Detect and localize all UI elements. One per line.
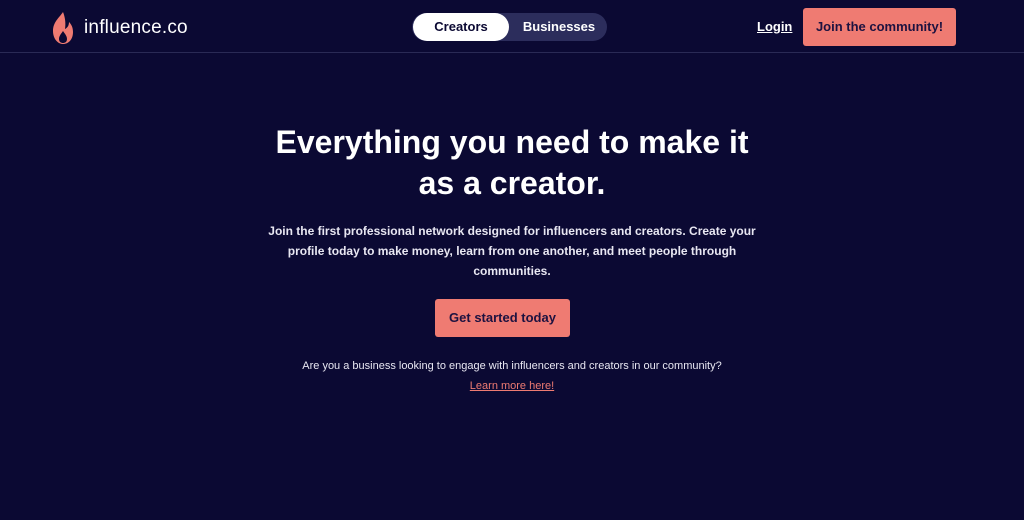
learn-more-link[interactable]: Learn more here! <box>412 380 612 392</box>
toggle-businesses[interactable]: Businesses <box>512 13 606 41</box>
top-navbar: influence.co Creators Businesses Login J… <box>0 0 1024 53</box>
hero-subtitle: Join the first professional network desi… <box>268 224 756 278</box>
audience-toggle: Creators Businesses <box>412 13 607 41</box>
hero-title: Everything you need to make it as a crea… <box>275 124 749 201</box>
brand-name: influence.co <box>84 17 188 38</box>
get-started-button[interactable]: Get started today <box>435 299 570 337</box>
toggle-creators[interactable]: Creators <box>413 13 509 41</box>
business-question: Are you a business looking to engage wit… <box>302 360 722 372</box>
join-community-button[interactable]: Join the community! <box>803 8 956 46</box>
brand-logo[interactable]: influence.co <box>50 11 188 45</box>
login-link[interactable]: Login <box>757 19 792 34</box>
flame-icon <box>53 12 73 44</box>
